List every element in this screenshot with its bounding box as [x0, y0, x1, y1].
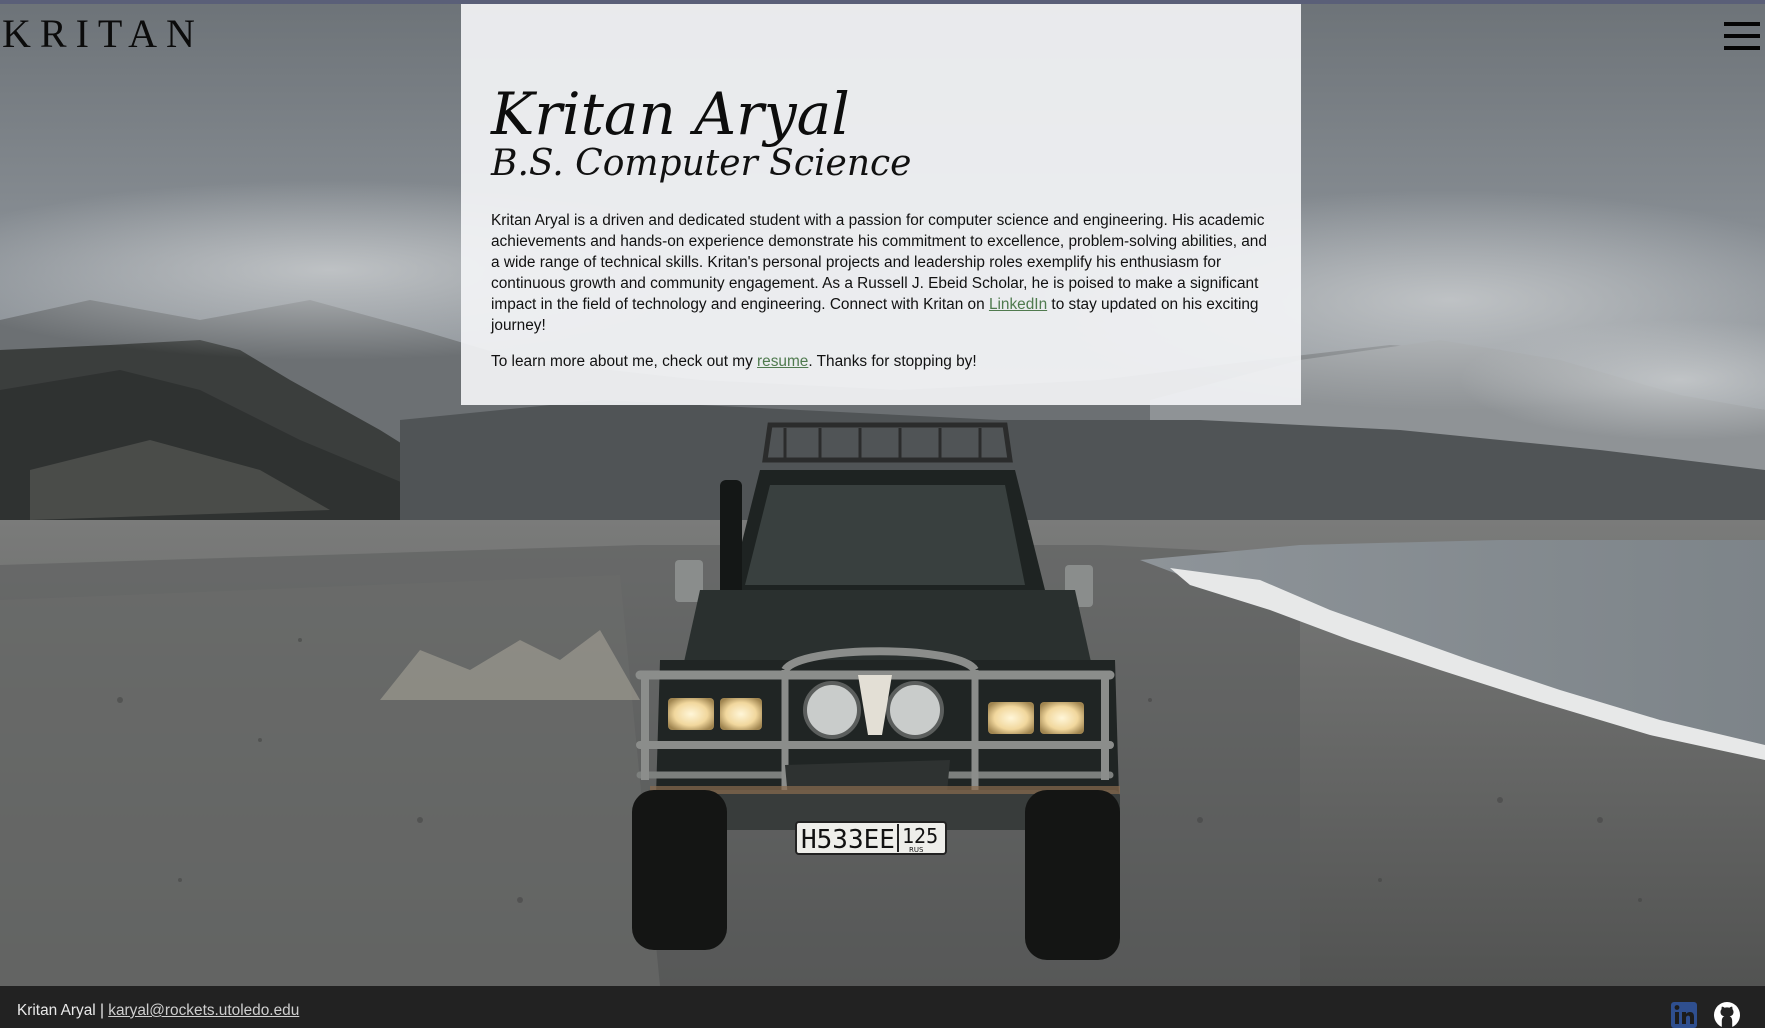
footer-contact: Kritan Aryal | karyal@rockets.utoledo.ed… — [17, 1002, 299, 1020]
degree-subtitle: B.S. Computer Science — [491, 143, 912, 184]
plate-country: RUS — [909, 846, 924, 854]
plate-number: H533EE — [801, 825, 895, 855]
linkedin-link[interactable]: LinkedIn — [989, 296, 1047, 313]
plate-region: 125 — [902, 824, 938, 848]
resume-paragraph: To learn more about me, check out my res… — [491, 351, 1271, 372]
page-title: Kritan Aryal — [491, 80, 850, 148]
site-footer: Kritan Aryal | karyal@rockets.utoledo.ed… — [0, 986, 1765, 1028]
resume-link[interactable]: resume — [757, 353, 808, 370]
intro-card: Kritan Aryal B.S. Computer Science Krita… — [461, 4, 1301, 405]
hamburger-menu-icon[interactable] — [1724, 22, 1760, 54]
linkedin-icon[interactable] — [1669, 1002, 1699, 1028]
menu-bar-bottom — [1724, 46, 1760, 50]
resume-text-after: . Thanks for stopping by! — [808, 353, 977, 370]
github-icon[interactable] — [1712, 1002, 1742, 1028]
footer-email-link[interactable]: karyal@rockets.utoledo.edu — [108, 1002, 299, 1019]
top-accent-bar — [0, 0, 1765, 4]
site-logo[interactable]: KRITAN — [2, 10, 204, 57]
menu-bar-middle — [1724, 34, 1760, 38]
menu-bar-top — [1724, 22, 1760, 26]
bio-paragraph: Kritan Aryal is a driven and dedicated s… — [491, 210, 1271, 336]
resume-text-before: To learn more about me, check out my — [491, 353, 758, 370]
footer-name: Kritan Aryal | — [17, 1002, 109, 1019]
